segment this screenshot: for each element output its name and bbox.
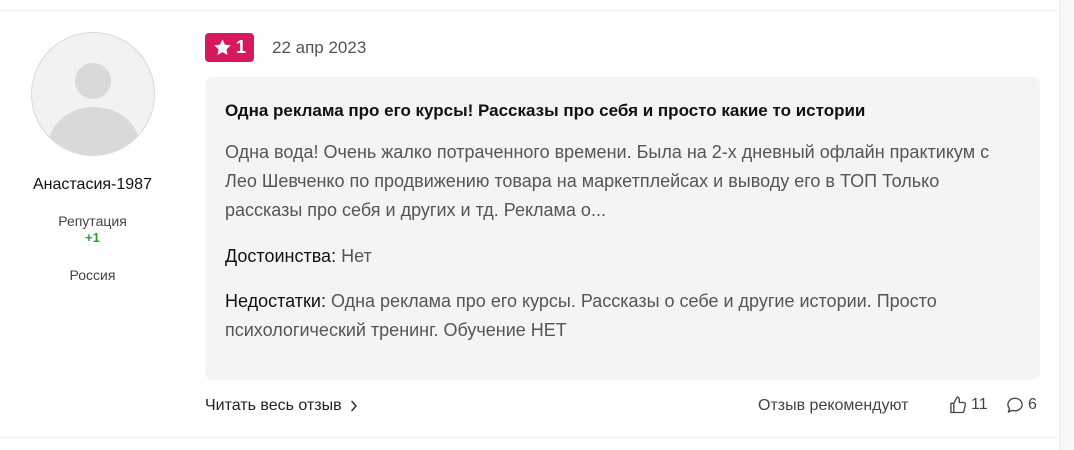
review-text: Одна вода! Очень жалко потраченного врем… [225,142,990,220]
user-avatar[interactable] [30,32,155,156]
chevron-right-icon [350,400,358,412]
top-divider [0,10,1058,11]
reputation-value: +1 [85,230,100,245]
avatar-head-shape [74,63,111,99]
rating-value: 1 [235,37,246,57]
comment-icon [1005,395,1025,415]
pros-label: Достоинства: [225,246,337,266]
user-info: Анастасия-1987 Репутация +1 Россия [0,32,185,283]
review-date: 22 апр 2023 [272,38,367,57]
read-more-label: Читать весь отзыв [205,397,342,414]
rating-badge: 1 [205,33,254,62]
reputation-label: Репутация [58,213,127,229]
comments-count: 6 [1028,396,1037,413]
page-scrollbar[interactable] [1059,0,1074,450]
review-title[interactable]: Одна реклама про его курсы! Рассказы про… [225,99,1020,123]
cons-value: Одна реклама про его курсы. Рассказы о с… [225,291,937,340]
recommend-label: Отзыв рекомендуют [758,397,909,414]
review-pros: Достоинства: Нет [225,242,1020,271]
likes-count: 11 [971,396,988,413]
user-name[interactable]: Анастасия-1987 [0,176,185,194]
thumbs-up-icon [948,395,968,415]
comments-button[interactable]: 6 [1005,395,1037,415]
avatar-body-shape [47,107,140,155]
review-card[interactable]: Одна реклама про его курсы! Рассказы про… [205,77,1040,380]
review-cons: Недостатки: Одна реклама про его курсы. … [225,287,1020,345]
like-button[interactable]: 11 [948,395,988,415]
pros-value: Нет [341,246,372,266]
star-icon [213,38,232,57]
bottom-divider [0,437,1058,438]
user-country: Россия [69,267,116,283]
cons-label: Недостатки: [225,291,326,311]
read-full-review-link[interactable]: Читать весь отзыв [205,397,358,415]
